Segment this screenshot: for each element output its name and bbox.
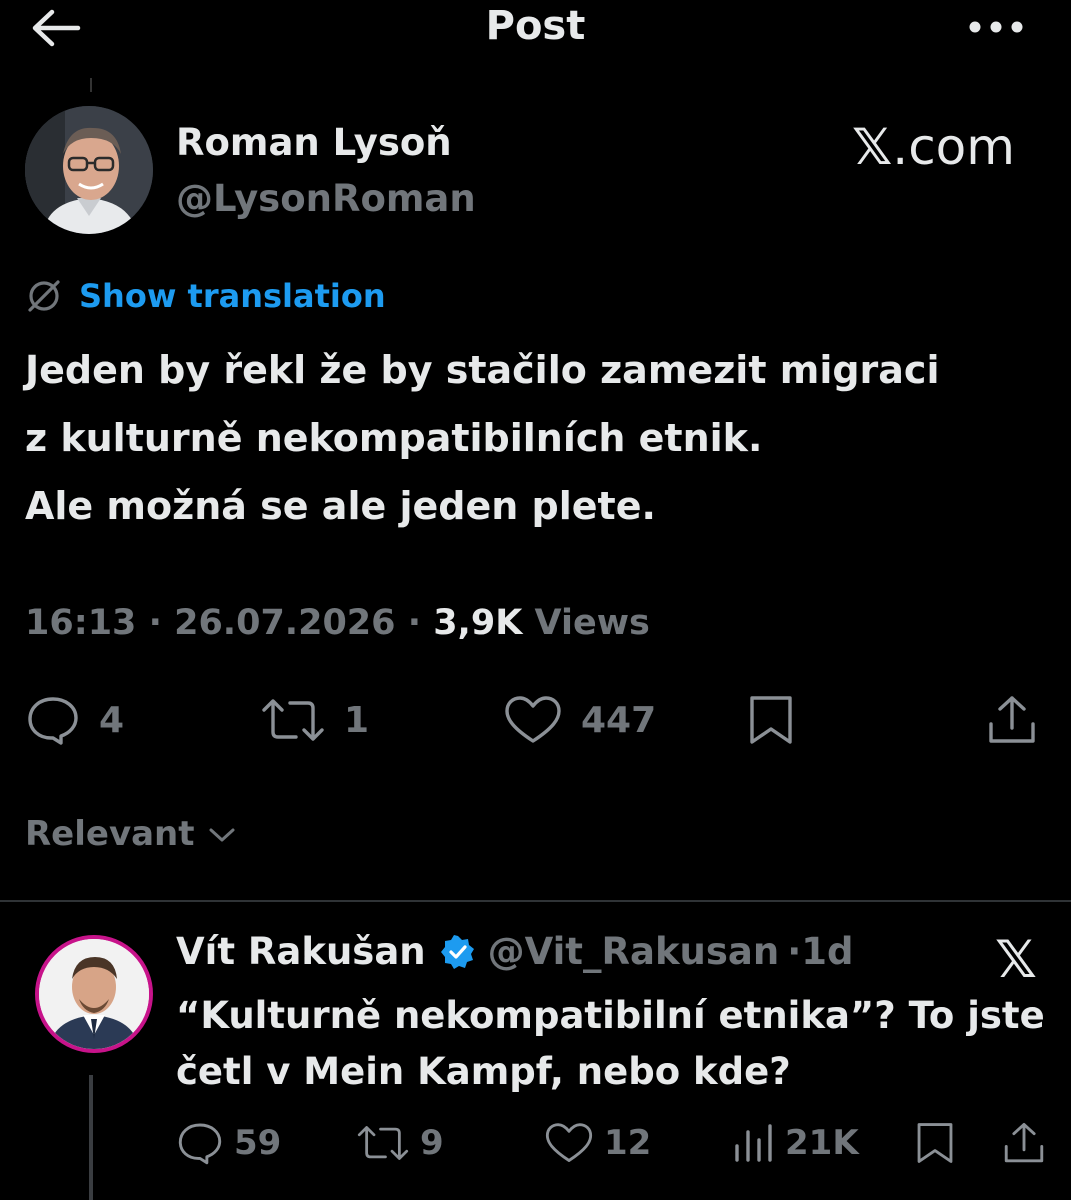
reply-count: 4 [99,699,125,741]
heart-icon [505,696,561,743]
reply-views-button[interactable]: 21K [731,1120,859,1166]
repost-count: 1 [344,699,370,741]
verified-badge-icon [440,934,474,969]
reply-reply-count: 59 [234,1123,282,1163]
source-label-text: .com [892,118,1015,176]
reply-share-button[interactable] [1002,1120,1056,1166]
views-count: 3,9K [433,603,523,643]
reply-reply-button[interactable]: 59 [176,1120,281,1166]
x-logo-icon: 𝕏 [852,118,893,176]
meta-separator: · [407,603,421,643]
meta-separator: · [148,603,162,643]
chevron-down-icon [209,828,235,842]
author-handle[interactable]: @LysonRoman [176,177,476,220]
page-title: Post [485,3,586,49]
bar-chart-icon [735,1124,772,1162]
reply-button[interactable]: 4 [25,694,124,746]
more-options-button[interactable] [965,12,1027,42]
share-button[interactable] [986,694,1056,746]
comment-icon [28,697,78,745]
like-count: 447 [581,699,657,741]
reply-repost-button[interactable]: 9 [356,1120,444,1166]
post-time: 16:13 [25,603,137,643]
post-meta: 16:13 · 26.07.2026 · 3,9K Views [25,603,650,643]
comment-icon [178,1123,222,1165]
author-avatar[interactable] [25,106,153,234]
reply-bookmark-button[interactable] [914,1120,966,1166]
reply-time: 1d [801,930,854,973]
reply-like-count: 12 [604,1123,652,1163]
post-text: Jeden by řekl že by stačilo zamezit migr… [25,348,940,528]
repost-icon [357,1126,409,1160]
reply-repost-count: 9 [420,1123,444,1163]
avatar-portrait [25,106,153,234]
share-icon [1004,1122,1044,1163]
sort-label: Relevant [25,814,195,854]
reply-header: Vít Rakušan @Vit_Rakusan · 1d [176,930,854,973]
author-name[interactable]: Roman Lysoň [176,121,452,164]
source-label: 𝕏.com [852,118,1015,176]
reply-author-avatar[interactable] [35,935,153,1053]
reply-like-button[interactable]: 12 [544,1120,651,1166]
show-translation-link[interactable]: Show translation [25,276,386,316]
post-date: 26.07.2026 [174,603,396,643]
thread-connector [90,78,92,92]
repost-icon [262,699,324,741]
x-logo-icon: 𝕏 [995,930,1037,990]
like-button[interactable]: 447 [503,694,656,746]
share-icon [989,696,1035,743]
thread-line [89,1075,93,1200]
avatar-portrait [39,939,149,1049]
sort-dropdown[interactable]: Relevant [25,814,239,854]
reply-views-count: 21K [785,1123,859,1163]
globe-translate-icon [28,280,60,312]
reply-text: “Kulturně nekompatibilní etnika”? To jst… [176,994,1045,1093]
views-label[interactable]: Views [535,603,650,643]
reply-author-name[interactable]: Vít Rakušan [176,930,426,973]
bookmark-button[interactable] [746,694,814,746]
more-horizontal-icon [969,21,1023,33]
divider [0,900,1071,902]
reply-author-handle[interactable]: @Vit_Rakusan [488,930,780,973]
bookmark-icon [750,696,792,744]
bookmark-icon [917,1123,953,1163]
show-translation-label: Show translation [79,277,386,315]
repost-button[interactable]: 1 [260,694,369,746]
heart-icon [545,1123,593,1162]
reply-separator: · [787,930,802,973]
